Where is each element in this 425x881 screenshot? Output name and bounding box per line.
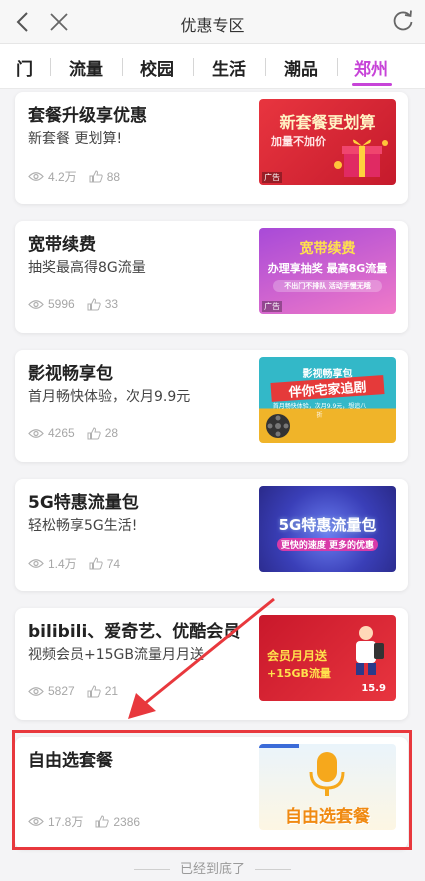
card-subtitle: 首月畅快体验，次月9.9元 [28, 389, 191, 405]
view-count: 5827 [48, 684, 75, 698]
eye-icon [28, 299, 44, 309]
thumbs-up-icon [87, 426, 101, 439]
tab-zhengzhou[interactable]: 郑州 [354, 55, 388, 80]
card-subtitle: 轻松畅享5G生活! [28, 518, 138, 534]
offer-card-video[interactable]: 影视畅享包 首月畅快体验，次月9.9元 4265 28 影视畅享包 伴你宅家追剧… [15, 350, 408, 462]
footer-divider [255, 869, 291, 870]
promo-banner: 宽带续费 办理享抽奖 最高8G流量 不出门不排队 活动手慢无哦 广告 [259, 228, 396, 314]
ad-tag: 广告 [262, 301, 282, 312]
thumbs-up-icon [89, 557, 103, 570]
card-stats: 1.4万 74 [28, 555, 132, 572]
tab-divider [193, 58, 194, 76]
eye-icon [28, 559, 44, 568]
card-subtitle: 抽奖最高得8G流量 [28, 260, 146, 276]
view-count: 4265 [48, 426, 75, 440]
gift-box-icon [334, 139, 388, 177]
end-of-list-footer: 已经到底了 [0, 858, 425, 878]
card-subtitle: 新套餐 更划算! [28, 131, 123, 147]
refresh-icon[interactable] [391, 9, 415, 33]
like-count: 21 [104, 684, 119, 698]
end-of-list-text: 已经到底了 [179, 862, 245, 877]
card-stats: 4.2万 88 [28, 168, 132, 185]
like-count: 88 [106, 169, 121, 184]
category-tabs: 门 流量 校园 生活 潮品 郑州 [0, 44, 425, 89]
thumbs-up-icon [87, 297, 101, 310]
tab-data-traffic[interactable]: 流量 [69, 55, 103, 80]
page-title: 优惠专区 [180, 16, 245, 35]
person-with-phone-icon [356, 626, 384, 675]
title-bar: 优惠专区 [0, 0, 425, 44]
card-title: 宽带续费 [28, 235, 96, 255]
offer-card-upgrade[interactable]: 套餐升级享优惠 新套餐 更划算! 4.2万 88 新套餐更划算 加量不加价 广告 [15, 92, 408, 204]
view-count: 1.4万 [48, 557, 77, 571]
card-stats: 5996 33 [28, 297, 130, 311]
offer-card-broadband[interactable]: 宽带续费 抽奖最高得8G流量 5996 33 宽带续费 办理享抽奖 最高8G流量… [15, 221, 408, 333]
footer-divider [133, 869, 170, 870]
active-tab-indicator [352, 83, 392, 86]
annotation-arrow-icon [128, 597, 275, 719]
eye-icon [28, 686, 44, 696]
like-count: 74 [106, 556, 121, 571]
card-stats: 5827 21 [28, 684, 130, 698]
tab-campus[interactable]: 校园 [140, 55, 174, 80]
card-stats: 4265 28 [28, 426, 130, 440]
view-count: 4.2万 [48, 170, 77, 184]
tab-trendy[interactable]: 潮品 [284, 55, 318, 80]
offer-card-5g[interactable]: 5G特惠流量包 轻松畅享5G生活! 1.4万 74 5G特惠流量包 更快的速度 … [15, 479, 408, 591]
tab-divider [122, 58, 123, 76]
like-count: 33 [104, 297, 119, 311]
eye-icon [28, 172, 44, 181]
tab-divider [50, 58, 51, 76]
card-title: 5G特惠流量包 [28, 493, 139, 513]
tab-divider [337, 58, 338, 76]
card-title: 套餐升级享优惠 [28, 106, 147, 126]
like-count: 28 [104, 426, 119, 440]
tab-divider [265, 58, 266, 76]
promo-banner: 新套餐更划算 加量不加价 广告 [259, 99, 396, 185]
ad-tag: 广告 [262, 172, 282, 183]
promo-banner: 5G特惠流量包 更快的速度 更多的优惠 [259, 486, 396, 572]
thumbs-up-icon [87, 684, 101, 697]
highlight-box [12, 730, 412, 850]
tab-hot[interactable]: 门 [16, 55, 33, 80]
card-title: 影视畅享包 [28, 364, 113, 384]
film-reel-icon [266, 414, 290, 438]
view-count: 5996 [48, 297, 75, 311]
promo-banner: 影视畅享包 伴你宅家追剧 首月畅快体验，次月9.9元，想追八折 [259, 357, 396, 443]
thumbs-up-icon [89, 170, 103, 183]
tab-life[interactable]: 生活 [212, 55, 246, 80]
eye-icon [28, 428, 44, 438]
